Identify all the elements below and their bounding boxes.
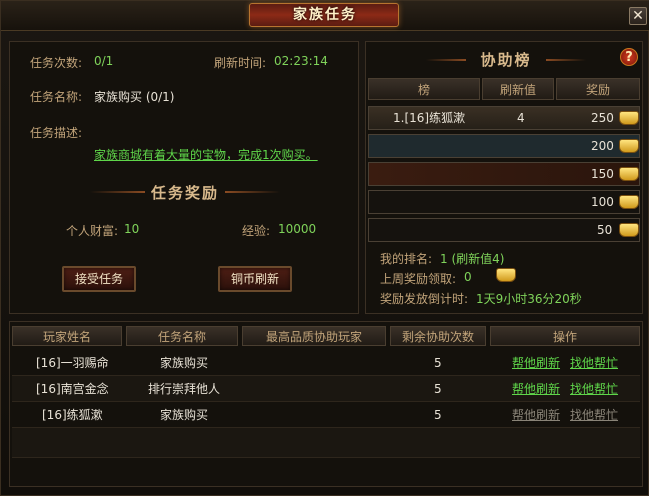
table-row-empty — [12, 428, 640, 458]
task-count-label: 任务次数: — [30, 56, 83, 70]
divider — [546, 59, 586, 61]
ask-help-link-disabled: 找他帮忙 — [570, 408, 619, 422]
gold-ingot-icon — [619, 195, 639, 209]
window-title: 家族任务 — [293, 7, 357, 23]
ranking-header: 榜 刷新值 奖励 — [366, 78, 642, 100]
col-reward: 奖励 — [556, 78, 640, 100]
wealth-label: 个人财富: — [66, 224, 119, 238]
rank-reward: 150 — [591, 167, 614, 181]
close-button[interactable]: ✕ — [629, 7, 647, 25]
table-row: [16]一羽赐命 家族购买 5 帮他刷新 找他帮忙 — [12, 350, 640, 376]
col-actions: 操作 — [490, 326, 640, 346]
close-icon[interactable]: ✕ — [632, 8, 644, 24]
player-task: 家族购买 — [160, 356, 209, 370]
divider — [90, 191, 145, 193]
help-refresh-link[interactable]: 帮他刷新 — [512, 350, 560, 376]
title-plate: 家族任务 — [249, 3, 399, 27]
help-refresh-link-disabled: 帮他刷新 — [512, 408, 561, 422]
col-refresh-value: 刷新值 — [482, 78, 554, 100]
my-rank-value: 1 (刷新值4) — [440, 252, 505, 266]
col-rank: 榜 — [368, 78, 480, 100]
rank-reward: 250 — [591, 111, 614, 125]
gold-ingot-icon[interactable] — [496, 268, 516, 282]
accept-task-button[interactable]: 接受任务 — [62, 266, 136, 292]
gold-ingot-icon — [619, 223, 639, 237]
assist-title: 协助榜 — [480, 51, 532, 69]
rank-reward: 50 — [597, 223, 613, 237]
player-task: 家族购买 — [160, 408, 209, 422]
task-desc-link[interactable]: 家族商城有着大量的宝物，完成1次购买。 — [94, 146, 318, 163]
table-row: [16]南宫金念 排行崇拜他人 5 帮他刷新 找他帮忙 — [12, 376, 640, 402]
player-remaining: 5 — [434, 356, 442, 370]
rank-reward: 100 — [591, 195, 614, 209]
col-best-helper: 最高品质协助玩家 — [242, 326, 386, 346]
task-desc-label: 任务描述: — [30, 126, 83, 140]
countdown-value: 1天9小时36分20秒 — [476, 292, 582, 306]
ranking-row: 50 — [368, 218, 640, 242]
divider — [225, 191, 280, 193]
assist-title-header: 协助榜 — [426, 48, 586, 70]
player-name: [16]练狐漱 — [42, 408, 103, 422]
player-name: [16]一羽赐命 — [36, 356, 109, 370]
last-week-value: 0 — [464, 270, 472, 284]
ask-help-link[interactable]: 找他帮忙 — [570, 376, 618, 402]
table-row: [16]练狐漱 家族购买 5 帮他刷新 找他帮忙 — [12, 402, 640, 428]
help-refresh-link[interactable]: 帮他刷新 — [512, 376, 560, 402]
exp-label: 经验: — [242, 224, 271, 238]
wealth-value: 10 — [124, 222, 140, 236]
col-task-name: 任务名称 — [126, 326, 238, 346]
ranking-row: 150 — [368, 162, 640, 186]
col-player-name: 玩家姓名 — [12, 326, 122, 346]
last-week-label: 上周奖励领取: — [380, 272, 457, 286]
family-task-window: 家族任务 ✕ 任务次数: 0/1 刷新时间: 02:23:14 任务名称: 家族… — [0, 0, 649, 496]
reward-title: 任务奖励 — [150, 184, 219, 202]
player-task: 排行崇拜他人 — [148, 382, 221, 396]
my-rank-label: 我的排名: — [380, 252, 433, 266]
col-remaining: 剩余协助次数 — [390, 326, 486, 346]
rank-value: 4 — [517, 111, 525, 125]
refresh-time-label: 刷新时间: — [214, 56, 267, 70]
rank-reward: 200 — [591, 139, 614, 153]
player-remaining: 5 — [434, 408, 442, 422]
task-info-panel: 任务次数: 0/1 刷新时间: 02:23:14 任务名称: 家族购买 (0/1… — [9, 41, 359, 314]
rank-name: 1.[16]练狐漱 — [393, 111, 466, 125]
task-name-label: 任务名称: — [30, 90, 83, 104]
assist-ranking-panel: 协助榜 ? 榜 刷新值 奖励 1.[16]练狐漱 4 250 200 150 1… — [365, 41, 643, 314]
gold-ingot-icon — [619, 111, 639, 125]
titlebar: 家族任务 ✕ — [1, 1, 649, 31]
divider — [426, 59, 466, 61]
ask-help-link[interactable]: 找他帮忙 — [570, 350, 618, 376]
exp-value: 10000 — [278, 222, 317, 236]
coin-refresh-button[interactable]: 铜币刷新 — [218, 266, 292, 292]
task-name-value: 家族购买 (0/1) — [94, 90, 175, 104]
reward-section-header: 任务奖励 — [90, 180, 280, 204]
ranking-row: 1.[16]练狐漱 4 250 — [368, 106, 640, 130]
player-name: [16]南宫金念 — [36, 382, 109, 396]
ranking-row: 100 — [368, 190, 640, 214]
refresh-time-value: 02:23:14 — [274, 54, 328, 68]
gold-ingot-icon — [619, 167, 639, 181]
player-remaining: 5 — [434, 382, 442, 396]
player-table: 玩家姓名 任务名称 最高品质协助玩家 剩余协助次数 操作 [16]一羽赐命 家族… — [9, 321, 643, 487]
help-icon[interactable]: ? — [620, 48, 638, 66]
ranking-row: 200 — [368, 134, 640, 158]
gold-ingot-icon — [619, 139, 639, 153]
task-count-value: 0/1 — [94, 54, 114, 68]
countdown-label: 奖励发放倒计时: — [380, 292, 469, 306]
